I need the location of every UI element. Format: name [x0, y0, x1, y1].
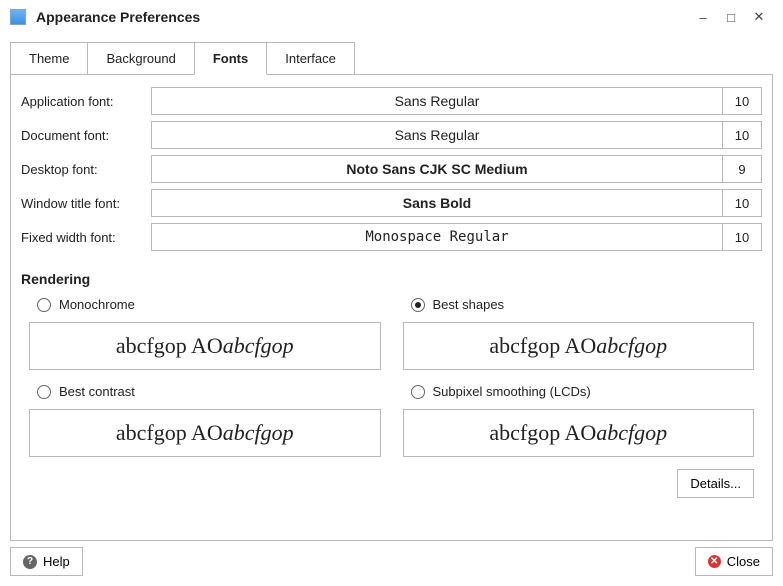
preview-bestshapes: abcfgop AO abcfgop — [403, 322, 755, 370]
rendering-grid: Monochrome Best shapes abcfgop AO abcfgo… — [29, 295, 754, 463]
application-font-button[interactable]: Sans Regular 10 — [151, 87, 762, 115]
help-button[interactable]: ? Help — [10, 547, 83, 576]
preview-monochrome: abcfgop AO abcfgop — [29, 322, 381, 370]
document-font-name: Sans Regular — [152, 122, 723, 148]
font-row-windowtitle: Window title font: Sans Bold 10 — [21, 189, 762, 217]
desktop-font-name: Noto Sans CJK SC Medium — [152, 156, 723, 182]
preview-upright: abcfgop AO — [116, 333, 223, 359]
app-icon — [10, 9, 26, 25]
details-button[interactable]: Details... — [677, 469, 754, 498]
preview-subpixel: abcfgop AO abcfgop — [403, 409, 755, 457]
tab-fonts[interactable]: Fonts — [194, 42, 267, 75]
radio-subpixel[interactable]: Subpixel smoothing (LCDs) — [403, 382, 755, 403]
bottom-bar: ? Help ✕ Close — [0, 547, 783, 586]
preview-upright: abcfgop AO — [489, 333, 596, 359]
font-row-application: Application font: Sans Regular 10 — [21, 87, 762, 115]
minimize-button[interactable]: – — [689, 6, 717, 28]
preview-italic: abcfgop — [223, 420, 294, 446]
preview-italic: abcfgop — [223, 333, 294, 359]
desktop-font-size: 9 — [723, 156, 761, 182]
tab-row: Theme Background Fonts Interface — [10, 42, 773, 75]
preview-italic: abcfgop — [596, 420, 667, 446]
radio-label: Monochrome — [59, 297, 135, 312]
font-row-document: Document font: Sans Regular 10 — [21, 121, 762, 149]
titlebar: Appearance Preferences – □ ✕ — [0, 0, 783, 36]
radio-icon — [37, 298, 51, 312]
preview-upright: abcfgop AO — [489, 420, 596, 446]
document-font-label: Document font: — [21, 128, 151, 143]
radio-label: Subpixel smoothing (LCDs) — [433, 384, 591, 399]
help-icon: ? — [23, 555, 37, 569]
fixedwidth-font-label: Fixed width font: — [21, 230, 151, 245]
document-font-button[interactable]: Sans Regular 10 — [151, 121, 762, 149]
close-icon: ✕ — [708, 555, 721, 568]
close-window-button[interactable]: ✕ — [745, 6, 773, 28]
windowtitle-font-size: 10 — [723, 190, 761, 216]
rendering-heading: Rendering — [21, 271, 762, 287]
radio-monochrome[interactable]: Monochrome — [29, 295, 381, 316]
tab-interface[interactable]: Interface — [266, 42, 355, 75]
fixedwidth-font-name: Monospace Regular — [152, 224, 723, 250]
application-font-size: 10 — [723, 88, 761, 114]
font-row-desktop: Desktop font: Noto Sans CJK SC Medium 9 — [21, 155, 762, 183]
windowtitle-font-button[interactable]: Sans Bold 10 — [151, 189, 762, 217]
tab-theme[interactable]: Theme — [10, 42, 88, 75]
fixedwidth-font-button[interactable]: Monospace Regular 10 — [151, 223, 762, 251]
help-label: Help — [43, 554, 70, 569]
close-button[interactable]: ✕ Close — [695, 547, 773, 576]
preview-italic: abcfgop — [596, 333, 667, 359]
maximize-button[interactable]: □ — [717, 6, 745, 28]
fonts-panel: Application font: Sans Regular 10 Docume… — [10, 74, 773, 541]
tab-background[interactable]: Background — [87, 42, 194, 75]
application-font-label: Application font: — [21, 94, 151, 109]
application-font-name: Sans Regular — [152, 88, 723, 114]
radio-icon — [411, 298, 425, 312]
radio-label: Best shapes — [433, 297, 505, 312]
close-label: Close — [727, 554, 760, 569]
radio-label: Best contrast — [59, 384, 135, 399]
window-title: Appearance Preferences — [36, 9, 689, 25]
radio-icon — [411, 385, 425, 399]
font-row-fixedwidth: Fixed width font: Monospace Regular 10 — [21, 223, 762, 251]
document-font-size: 10 — [723, 122, 761, 148]
details-row: Details... — [21, 469, 754, 498]
preview-upright: abcfgop AO — [116, 420, 223, 446]
desktop-font-button[interactable]: Noto Sans CJK SC Medium 9 — [151, 155, 762, 183]
radio-icon — [37, 385, 51, 399]
preview-bestcontrast: abcfgop AO abcfgop — [29, 409, 381, 457]
radio-bestshapes[interactable]: Best shapes — [403, 295, 755, 316]
windowtitle-font-name: Sans Bold — [152, 190, 723, 216]
desktop-font-label: Desktop font: — [21, 162, 151, 177]
fixedwidth-font-size: 10 — [723, 224, 761, 250]
windowtitle-font-label: Window title font: — [21, 196, 151, 211]
radio-bestcontrast[interactable]: Best contrast — [29, 382, 381, 403]
